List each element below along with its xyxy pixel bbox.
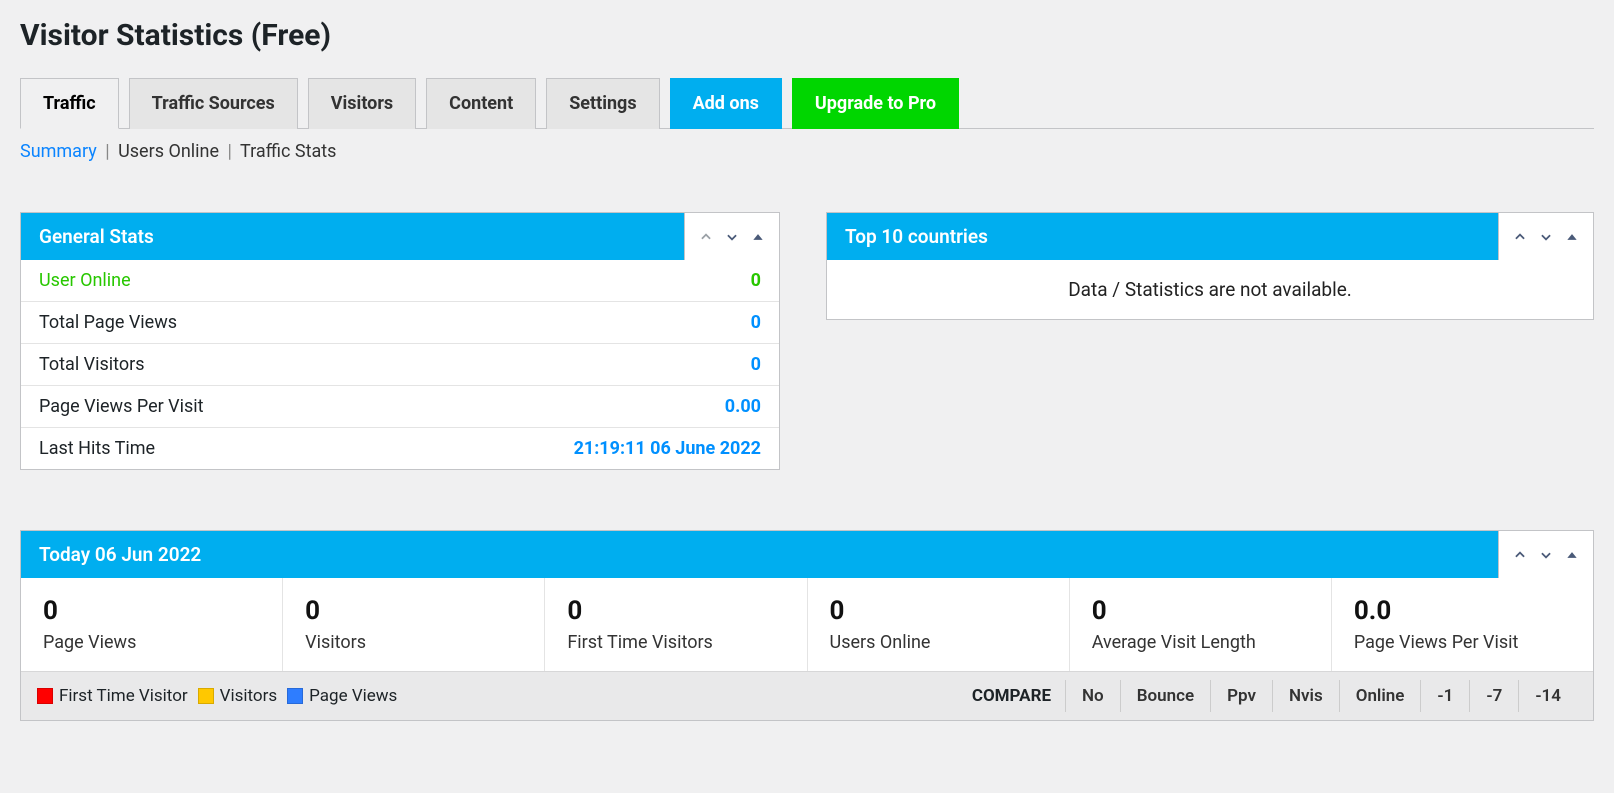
triangle-up-icon[interactable] (747, 226, 769, 248)
top-countries-no-data: Data / Statistics are not available. (827, 260, 1593, 319)
compare-nvis[interactable]: Nvis (1272, 680, 1339, 712)
compare-online[interactable]: Online (1339, 680, 1421, 712)
top-countries-panel: Top 10 countries Data / Statistics are n… (826, 212, 1594, 320)
general-stats-title: General Stats (21, 213, 684, 260)
tab-settings[interactable]: Settings (546, 78, 659, 129)
chevron-down-icon[interactable] (1535, 544, 1557, 566)
legend-page-views: Page Views (287, 686, 397, 706)
card-avg-visit-length: 0 Average Visit Length (1070, 578, 1332, 671)
card-page-views-per-visit: 0.0 Page Views Per Visit (1332, 578, 1593, 671)
separator: | (228, 141, 232, 162)
separator: | (105, 141, 109, 162)
tab-traffic-sources[interactable]: Traffic Sources (129, 78, 298, 129)
compare-minus-7[interactable]: -7 (1469, 680, 1518, 712)
tab-addons[interactable]: Add ons (670, 78, 782, 129)
tab-visitors[interactable]: Visitors (308, 78, 416, 129)
card-value: 0 (43, 596, 260, 626)
today-panel: Today 06 Jun 2022 0 Page Views 0 Visitor… (20, 530, 1594, 721)
chevron-up-icon[interactable] (1509, 226, 1531, 248)
card-label: First Time Visitors (567, 632, 784, 653)
panel-handles (1498, 213, 1593, 260)
chevron-up-icon[interactable] (695, 226, 717, 248)
card-value: 0 (567, 596, 784, 626)
compare-bounce[interactable]: Bounce (1120, 680, 1210, 712)
today-footer: First Time Visitor Visitors Page Views C… (21, 671, 1593, 720)
swatch-blue-icon (287, 688, 303, 704)
swatch-red-icon (37, 688, 53, 704)
chevron-down-icon[interactable] (1535, 226, 1557, 248)
compare-minus-14[interactable]: -14 (1518, 680, 1577, 712)
card-value: 0.0 (1354, 596, 1571, 626)
panel-handles (1498, 531, 1593, 578)
tab-upgrade-pro[interactable]: Upgrade to Pro (792, 78, 959, 129)
triangle-up-icon[interactable] (1561, 544, 1583, 566)
compare-no[interactable]: No (1065, 680, 1120, 712)
stat-row-total-page-views: Total Page Views 0 (21, 301, 779, 343)
card-users-online: 0 Users Online (808, 578, 1070, 671)
compare-minus-1[interactable]: -1 (1420, 680, 1469, 712)
swatch-yellow-icon (198, 688, 214, 704)
legend-visitors: Visitors (198, 686, 278, 706)
stat-value: 21:19:11 06 June 2022 (574, 438, 761, 459)
card-value: 0 (830, 596, 1047, 626)
tab-content[interactable]: Content (426, 78, 536, 129)
card-page-views: 0 Page Views (21, 578, 283, 671)
stat-row-last-hits: Last Hits Time 21:19:11 06 June 2022 (21, 427, 779, 469)
compare-label: COMPARE (958, 680, 1065, 712)
page-title: Visitor Statistics (Free) (20, 0, 1594, 77)
legend: First Time Visitor Visitors Page Views (37, 686, 397, 706)
card-value: 0 (305, 596, 522, 626)
panel-handles (684, 213, 779, 260)
top-countries-title: Top 10 countries (827, 213, 1498, 260)
stat-label: Page Views Per Visit (39, 396, 204, 417)
stat-value: 0 (751, 354, 761, 375)
card-visitors: 0 Visitors (283, 578, 545, 671)
stat-row-total-visitors: Total Visitors 0 (21, 343, 779, 385)
compare-ppv[interactable]: Ppv (1210, 680, 1272, 712)
stat-value: 0.00 (725, 396, 761, 417)
legend-label: Visitors (220, 686, 278, 706)
card-label: Average Visit Length (1092, 632, 1309, 653)
legend-label: Page Views (309, 686, 397, 706)
card-first-time-visitors: 0 First Time Visitors (545, 578, 807, 671)
chevron-down-icon[interactable] (721, 226, 743, 248)
card-label: Users Online (830, 632, 1047, 653)
main-tabs: Traffic Traffic Sources Visitors Content… (20, 77, 1594, 129)
subnav-summary[interactable]: Summary (20, 141, 97, 162)
stat-label[interactable]: User Online (39, 270, 131, 291)
general-stats-panel: General Stats User Online 0 Total Page V… (20, 212, 780, 470)
legend-first-time-visitor: First Time Visitor (37, 686, 188, 706)
card-label: Page Views (43, 632, 260, 653)
compare-row: COMPARE No Bounce Ppv Nvis Online -1 -7 … (958, 680, 1577, 712)
general-stats-body: User Online 0 Total Page Views 0 Total V… (21, 260, 779, 469)
stat-row-user-online: User Online 0 (21, 260, 779, 301)
subnav-users-online[interactable]: Users Online (118, 141, 219, 162)
stat-label: Total Visitors (39, 354, 145, 375)
subnav-traffic-stats[interactable]: Traffic Stats (240, 141, 336, 162)
sub-nav: Summary | Users Online | Traffic Stats (20, 129, 1594, 162)
triangle-up-icon[interactable] (1561, 226, 1583, 248)
card-label: Page Views Per Visit (1354, 632, 1571, 653)
stat-row-pvpv: Page Views Per Visit 0.00 (21, 385, 779, 427)
stat-value: 0 (751, 270, 761, 291)
legend-label: First Time Visitor (59, 686, 188, 706)
chevron-up-icon[interactable] (1509, 544, 1531, 566)
card-value: 0 (1092, 596, 1309, 626)
today-cards: 0 Page Views 0 Visitors 0 First Time Vis… (21, 578, 1593, 671)
stat-value: 0 (751, 312, 761, 333)
stat-label: Total Page Views (39, 312, 177, 333)
card-label: Visitors (305, 632, 522, 653)
tab-traffic[interactable]: Traffic (20, 78, 119, 129)
stat-label: Last Hits Time (39, 438, 155, 459)
today-title: Today 06 Jun 2022 (21, 531, 1498, 578)
